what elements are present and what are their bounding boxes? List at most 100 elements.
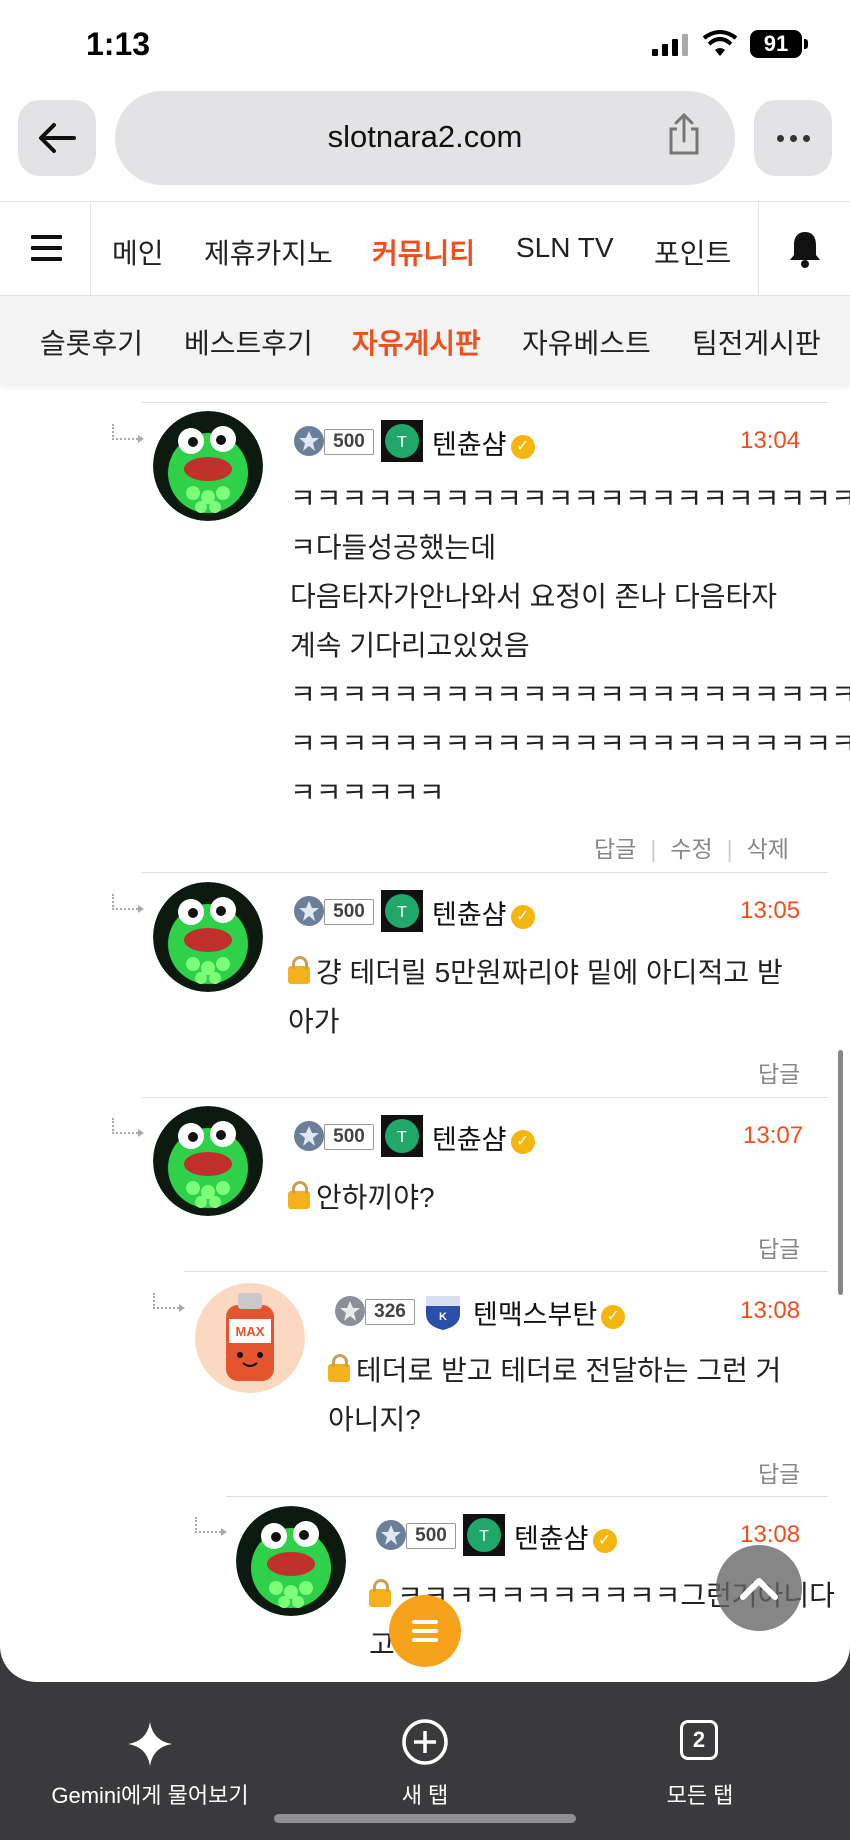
svg-text:MAX: MAX [236, 1324, 265, 1339]
subnav-slot-review[interactable]: 슬롯후기 [40, 322, 143, 362]
nav-item-main[interactable]: 메인 [112, 232, 164, 272]
sparkle-icon [128, 1722, 172, 1766]
comment-author[interactable]: 텐맥스부탄 ✓ [473, 1293, 626, 1332]
level-badge: 500 [292, 894, 376, 928]
comment-actions: 답글 [758, 1455, 800, 1489]
list-icon [412, 1620, 438, 1624]
menu-fab-button[interactable] [389, 1595, 461, 1667]
comment-line: 아가 [288, 1006, 340, 1037]
cellular-signal-icon [652, 34, 688, 56]
comment-actions: 답글 [758, 1055, 800, 1089]
rank-emblem-icon: T [381, 1115, 423, 1157]
menu-icon[interactable] [0, 202, 91, 295]
all-tabs-label: 모든 탭 [666, 1783, 734, 1808]
avatar[interactable] [236, 1506, 346, 1616]
dot-icon [776, 134, 784, 142]
nav-item-point[interactable]: 포인트 [654, 232, 731, 272]
nav-item-partner-casino[interactable]: 제휴카지노 [204, 232, 333, 272]
comment-author[interactable]: 텐츈샴 ✓ [514, 1517, 617, 1556]
subnav-team-board[interactable]: 팀전게시판 [692, 322, 821, 362]
level-star-icon [294, 1121, 324, 1151]
svg-text:K: K [439, 1311, 447, 1323]
url-text: slotnara2.com [327, 119, 523, 154]
comment-line: ㅋㅋㅋㅋㅋㅋㅋㅋㅋㅋㅋㅋㅋㅋㅋㅋㅋㅋㅋㅋㅋㅋㅋ [290, 483, 850, 514]
svg-text:T: T [479, 1528, 489, 1545]
subnav-free-board[interactable]: 자유게시판 [352, 322, 481, 362]
back-button[interactable] [18, 100, 96, 176]
level-star-icon [335, 1296, 365, 1326]
comment-divider [142, 1097, 828, 1098]
verified-check-icon: ✓ [592, 1528, 617, 1553]
lock-icon [369, 1579, 391, 1607]
list-icon [412, 1629, 438, 1633]
site-nav: 메인 제휴카지노 커뮤니티 SLN TV 포인트 [0, 201, 850, 296]
subnav-free-best[interactable]: 자유베스트 [522, 322, 651, 362]
home-indicator [274, 1814, 576, 1823]
share-icon[interactable] [667, 113, 701, 157]
chevron-up-icon [740, 1578, 778, 1600]
comment-author[interactable]: 텐츈샴 ✓ [432, 1118, 535, 1157]
comment-author[interactable]: 텐츈샴 ✓ [432, 423, 535, 462]
lock-icon [288, 956, 310, 984]
all-tabs-button[interactable]: 2 모든 탭 [600, 1682, 800, 1840]
avatar[interactable] [153, 1106, 263, 1216]
level-number: 500 [406, 1523, 456, 1549]
avatar[interactable]: MAX [195, 1283, 305, 1393]
comment-time: 13:08 [740, 1297, 801, 1324]
list-icon [412, 1638, 438, 1642]
comment-line: 걍 테더릴 5만원짜리야 밑에 아디적고 받 [288, 948, 783, 997]
comment-line: ㅋ다들성공했는데 [290, 532, 497, 563]
comment-divider [226, 1496, 828, 1497]
gemini-button[interactable]: Gemini에게 물어보기 [0, 1682, 300, 1840]
wifi-icon [702, 30, 738, 56]
level-number: 500 [324, 899, 374, 925]
reply-button[interactable]: 답글 [594, 836, 636, 862]
bell-icon [790, 231, 820, 268]
browser-screen: 1:13 91 slotnara2.com 메인 제휴카지노 커뮤니티 SLN … [0, 0, 850, 1682]
edit-button[interactable]: 수정 [670, 836, 712, 862]
verified-check-icon: ✓ [510, 904, 535, 929]
comment-time: 13:04 [740, 427, 801, 454]
scroll-to-top-button[interactable] [716, 1545, 802, 1631]
scrollbar[interactable] [838, 1050, 843, 1295]
nav-item-sln-tv[interactable]: SLN TV [516, 232, 614, 264]
reply-button[interactable]: 답글 [758, 1461, 800, 1487]
reply-arrow-icon [195, 1517, 227, 1536]
level-star-icon [294, 896, 324, 926]
svg-text:T: T [397, 1129, 407, 1146]
address-bar[interactable]: slotnara2.com [115, 91, 735, 185]
comment-time: 13:07 [743, 1122, 804, 1149]
battery-indicator: 91 [750, 30, 808, 58]
reply-button[interactable]: 답글 [758, 1061, 800, 1087]
subnav-best-review[interactable]: 베스트후기 [184, 322, 313, 362]
avatar[interactable] [153, 882, 263, 992]
status-time: 1:13 [86, 26, 151, 62]
level-badge: 500 [292, 424, 376, 458]
rank-emblem-icon: T [381, 890, 423, 932]
comment-line: 아니지? [328, 1404, 421, 1435]
comment-line: ㅋㅋㅋㅋㅋㅋ [290, 777, 445, 808]
avatar[interactable] [153, 411, 263, 521]
more-options-button[interactable] [754, 100, 832, 176]
level-star-icon [376, 1520, 406, 1550]
lock-icon [288, 1181, 310, 1209]
dot-icon [802, 134, 810, 142]
reply-arrow-icon [153, 1293, 185, 1312]
notification-button[interactable] [758, 202, 850, 295]
nav-item-community[interactable]: 커뮤니티 [372, 232, 475, 272]
svg-text:T: T [397, 434, 407, 451]
comment-body: 걍 테더릴 5만원짜리야 밑에 아디적고 받 아가 [288, 948, 783, 1046]
gemini-label: Gemini에게 물어보기 [51, 1783, 249, 1808]
reply-button[interactable]: 답글 [758, 1236, 800, 1262]
comment-author[interactable]: 텐츈샴 ✓ [432, 893, 535, 932]
comment-body: 테더로 받고 테더로 전달하는 그런 거 아니지? [328, 1346, 781, 1444]
comment-divider [184, 1271, 828, 1272]
comment-line: ㅋㅋㅋㅋㅋㅋㅋㅋㅋㅋㅋㅋㅋㅋㅋㅋㅋㅋㅋㅋㅋㅋㅋ [290, 679, 850, 710]
verified-check-icon: ✓ [601, 1304, 626, 1329]
comment-body: ㅋㅋㅋㅋㅋㅋㅋㅋㅋㅋㅋㅋㅋㅋㅋㅋㅋㅋㅋㅋㅋㅋㅋ ㅋ다들성공했는데 다음타자가안나… [290, 474, 850, 817]
comment-divider [142, 402, 828, 403]
reply-arrow-icon [112, 1118, 144, 1137]
delete-button[interactable]: 삭제 [747, 836, 789, 862]
plus-circle-icon [402, 1719, 448, 1765]
comment-divider [142, 872, 828, 873]
